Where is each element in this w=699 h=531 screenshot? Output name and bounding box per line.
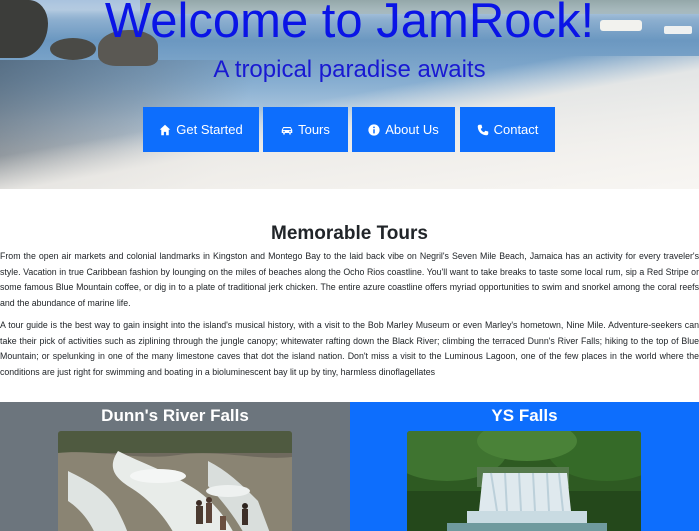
tours-paragraph: From the open air markets and colonial l… xyxy=(0,251,699,308)
hero-title: Welcome to JamRock! xyxy=(104,0,595,48)
card-title: Dunn's River Falls xyxy=(101,406,249,425)
home-icon xyxy=(160,124,171,135)
car-icon xyxy=(281,126,293,134)
get-started-label: Get Started xyxy=(176,122,243,137)
about-us-label: About Us xyxy=(385,122,439,137)
section-title: Memorable Tours xyxy=(271,223,428,244)
waterfall-image xyxy=(407,431,641,531)
hero-banner: Welcome to JamRock! A tropical paradise … xyxy=(0,0,699,189)
tours-label: Tours xyxy=(298,122,330,137)
card-title: YS Falls xyxy=(491,406,558,425)
contact-button[interactable]: Contact xyxy=(460,107,555,152)
info-circle-icon xyxy=(368,123,380,136)
waterfall-photo xyxy=(58,431,292,531)
contact-label: Contact xyxy=(493,122,539,137)
phone-icon xyxy=(477,124,488,135)
tours-button[interactable]: Tours xyxy=(263,107,348,152)
waterfall-photo xyxy=(407,431,641,531)
tours-paragraph: A tour guide is the best way to gain ins… xyxy=(0,320,699,377)
tour-card-dunns-river: Dunn's River Falls xyxy=(0,402,350,531)
about-us-button[interactable]: About Us xyxy=(352,107,455,152)
tour-card-ys-falls: YS Falls xyxy=(350,402,699,531)
get-started-button[interactable]: Get Started xyxy=(143,107,259,152)
hero-subtitle: A tropical paradise awaits xyxy=(213,56,486,83)
waterfall-image xyxy=(58,431,292,531)
